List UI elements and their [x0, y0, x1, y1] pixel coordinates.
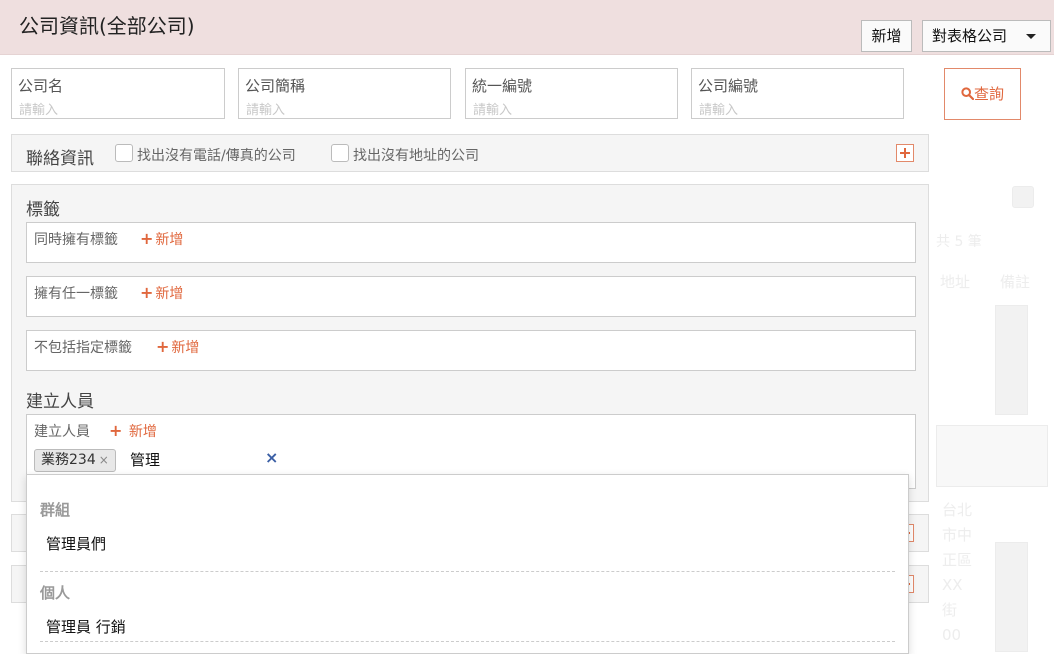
no-address-label: 找出沒有地址的公司	[353, 148, 479, 164]
query-label: 查詢	[973, 85, 1004, 103]
no-phone-label: 找出沒有電話/傳真的公司	[137, 148, 296, 164]
tags-panel: 標籤 同時擁有標籤 + 新增 擁有任一標籤 + 新增 不包括指定標籤 + 新增 建立人…	[11, 184, 929, 502]
add-label: 新增	[171, 340, 200, 356]
add-label: 新增	[155, 232, 184, 248]
tags-all-box[interactable]: 同時擁有標籤 + 新增	[26, 222, 916, 263]
plus-icon: +	[140, 283, 154, 302]
creator-suggestion-dropdown: 群組 管理員們 個人 管理員 行銷	[26, 474, 909, 654]
company-short-name-field[interactable]: 公司簡稱 請輸入	[238, 68, 451, 119]
ghost-total-text: 共 5 筆	[936, 234, 982, 250]
ghost-row-divider	[936, 425, 1048, 487]
table-company-dropdown[interactable]: 對表格公司	[922, 20, 1051, 52]
tags-all-add-link[interactable]: + 新增	[140, 229, 183, 249]
creator-field-label: 建立人員	[34, 424, 90, 440]
tags-exclude-add-link[interactable]: + 新增	[156, 337, 199, 357]
expand-plus-icon[interactable]	[896, 144, 914, 162]
contact-info-panel: 聯絡資訊 找出沒有電話/傳真的公司 找出沒有地址的公司	[11, 134, 929, 172]
creator-title: 建立人員	[26, 392, 94, 412]
ghost-address-column: 台北 市中 正區 XX 街 00	[942, 498, 972, 648]
page-title: 公司資訊(全部公司)	[19, 14, 195, 38]
plus-icon: +	[109, 421, 123, 440]
ghost-address-line: 市中	[942, 526, 973, 544]
group-heading: 群組	[40, 501, 71, 519]
company-name-field[interactable]: 公司名 請輸入	[11, 68, 225, 119]
add-label: 新增	[128, 424, 157, 440]
tags-any-label: 擁有任一標籤	[34, 286, 118, 302]
tags-any-box[interactable]: 擁有任一標籤 + 新增	[26, 276, 916, 317]
ghost-address-line: 台北	[942, 501, 973, 519]
contact-info-title: 聯絡資訊	[26, 149, 94, 169]
ghost-address-line: 街	[942, 601, 958, 619]
tax-id-label: 統一編號	[472, 77, 533, 95]
chip-label: 業務234	[41, 452, 96, 468]
tags-any-add-link[interactable]: + 新增	[140, 283, 183, 303]
add-company-button[interactable]: 新增	[861, 20, 912, 52]
creator-search-input[interactable]: 管理	[130, 449, 160, 470]
tags-exclude-box[interactable]: 不包括指定標籤 + 新增	[26, 330, 916, 371]
ghost-address-line: 00	[942, 626, 962, 644]
plus-icon: +	[140, 229, 154, 248]
company-short-name-label: 公司簡稱	[245, 77, 306, 95]
company-name-placeholder: 請輸入	[19, 103, 59, 118]
clear-icon[interactable]: ×	[265, 448, 278, 467]
tags-all-label: 同時擁有標籤	[34, 232, 118, 248]
ghost-col-remark: 備註	[1000, 273, 1031, 291]
add-label: 新增	[155, 286, 184, 302]
chip-remove-icon[interactable]: ×	[99, 453, 109, 467]
tax-id-placeholder: 請輸入	[473, 103, 513, 118]
ghost-vertical-tab-2	[995, 542, 1028, 652]
ghost-address-line: 正區	[942, 551, 973, 569]
query-button[interactable]: 查詢	[944, 68, 1021, 120]
search-icon	[961, 87, 975, 101]
plus-icon: +	[156, 337, 170, 356]
ghost-calendar-icon	[1012, 186, 1034, 208]
company-number-label: 公司編號	[698, 77, 759, 95]
ghost-col-address: 地址	[940, 273, 971, 291]
person-heading: 個人	[40, 584, 71, 602]
creator-add-link[interactable]: + 新增	[109, 421, 157, 441]
ghost-address-line: XX	[942, 576, 963, 594]
company-short-name-placeholder: 請輸入	[246, 103, 286, 118]
company-number-placeholder: 請輸入	[699, 103, 739, 118]
tags-exclude-label: 不包括指定標籤	[34, 340, 132, 356]
company-number-field[interactable]: 公司編號 請輸入	[691, 68, 904, 119]
company-name-label: 公司名	[18, 77, 64, 95]
creator-chip: 業務234 ×	[34, 449, 116, 472]
tags-title: 標籤	[26, 200, 60, 220]
ghost-vertical-tab-1	[995, 305, 1028, 415]
no-address-checkbox[interactable]	[331, 144, 349, 162]
divider	[40, 571, 895, 572]
dropdown-label: 對表格公司	[932, 27, 1008, 45]
option-admin-marketing[interactable]: 管理員 行銷	[46, 616, 126, 637]
divider	[40, 641, 895, 642]
no-phone-checkbox[interactable]	[115, 144, 133, 162]
option-admins-group[interactable]: 管理員們	[46, 533, 106, 554]
tax-id-field[interactable]: 統一編號 請輸入	[465, 68, 678, 119]
caret-down-icon	[1026, 34, 1036, 39]
